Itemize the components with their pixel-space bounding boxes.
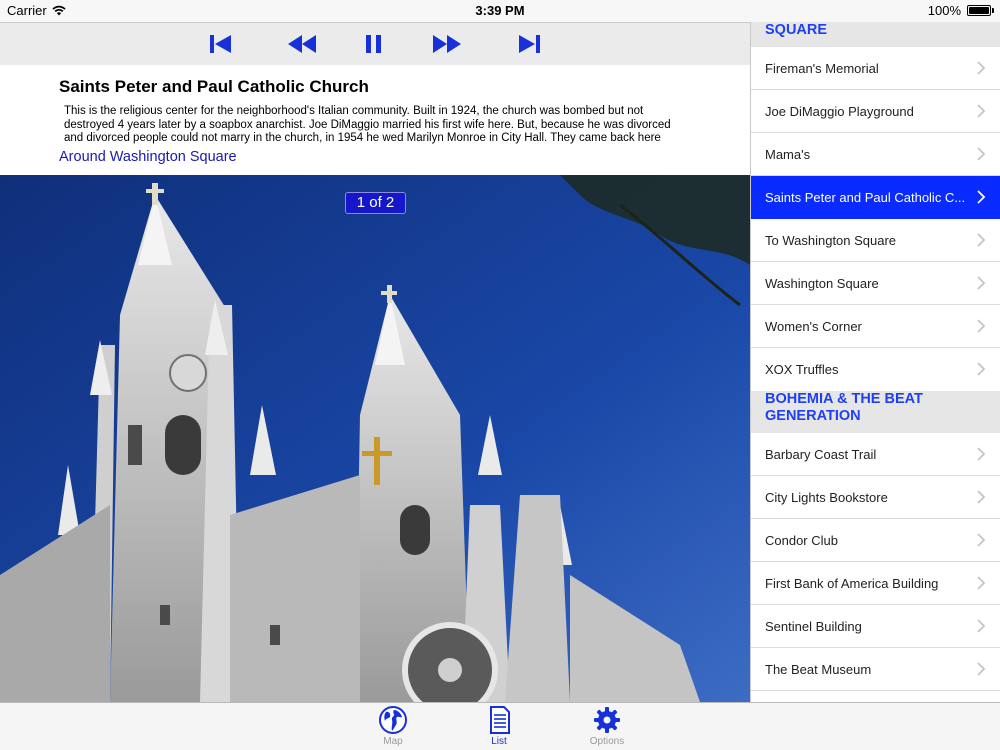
tab-options[interactable]: Options	[577, 705, 637, 749]
list-item-label: Barbary Coast Trail	[765, 447, 877, 462]
poi-description[interactable]: This is the religious center for the nei…	[64, 105, 690, 145]
list-item[interactable]: Fireman's Memorial	[751, 47, 1000, 90]
tab-label: List	[491, 736, 507, 747]
list-item[interactable]: XOX Truffles	[751, 348, 1000, 391]
rewind-button[interactable]	[287, 33, 317, 55]
tab-bar: Map List Options	[0, 702, 1000, 750]
list-item[interactable]: Women's Corner	[751, 305, 1000, 348]
list-item-label: Mama's	[765, 147, 811, 162]
tab-map[interactable]: Map	[363, 705, 423, 749]
list-item-label: City Lights Bookstore	[765, 490, 888, 505]
battery-indicator: 100%	[928, 3, 994, 18]
section-header-label: SQUARE	[765, 22, 828, 38]
poi-detail: Saints Peter and Paul Catholic Church Th…	[0, 65, 750, 175]
globe-icon	[379, 706, 407, 734]
pause-icon	[366, 35, 381, 53]
skip-back-icon	[210, 35, 231, 53]
list-item-label: XOX Truffles	[765, 362, 839, 377]
chevron-right-icon	[977, 662, 986, 676]
tour-link[interactable]: Around Washington Square	[59, 149, 237, 165]
list-item[interactable]: City Lights Bookstore	[751, 476, 1000, 519]
chevron-right-icon	[977, 533, 986, 547]
section-header-square: SQUARE	[751, 22, 1000, 47]
skip-forward-icon	[519, 35, 540, 53]
list-item-label: To Washington Square	[765, 233, 897, 248]
skip-forward-button[interactable]	[516, 33, 542, 55]
chevron-right-icon	[977, 362, 986, 376]
section-header-bohemia: BOHEMIA & THE BEAT GENERATION	[751, 391, 1000, 433]
poi-title: Saints Peter and Paul Catholic Church	[59, 77, 369, 96]
fast-forward-button[interactable]	[432, 33, 462, 55]
detail-pane: Saints Peter and Paul Catholic Church Th…	[0, 22, 750, 702]
clock: 3:39 PM	[475, 3, 525, 18]
tab-label: Options	[589, 736, 625, 747]
skip-back-button[interactable]	[208, 33, 234, 55]
audio-player-controls	[0, 22, 750, 65]
chevron-right-icon	[977, 190, 986, 204]
list-item-selected[interactable]: Saints Peter and Paul Catholic C...	[751, 176, 1000, 219]
list-item-label: Fireman's Memorial	[765, 61, 879, 76]
chevron-right-icon	[977, 276, 986, 290]
chevron-right-icon	[977, 147, 986, 161]
chevron-right-icon	[977, 576, 986, 590]
tab-label: Map	[383, 736, 403, 747]
tab-list[interactable]: List	[469, 705, 529, 749]
list-item[interactable]: Joe DiMaggio Playground	[751, 90, 1000, 133]
list-item-label: First Bank of America Building	[765, 576, 939, 591]
document-list-icon	[490, 706, 510, 734]
poi-photo[interactable]: 1 of 2	[0, 175, 750, 702]
section-header-label: GENERATION	[765, 408, 861, 424]
chevron-right-icon	[977, 104, 986, 118]
battery-icon	[967, 5, 991, 16]
list-item[interactable]: The Beat Museum	[751, 648, 1000, 691]
chevron-right-icon	[977, 490, 986, 504]
battery-percent: 100%	[927, 3, 961, 18]
status-bar: Carrier 3:39 PM 100%	[0, 0, 1000, 22]
list-item-label: Sentinel Building	[765, 619, 862, 634]
rewind-icon	[288, 35, 316, 53]
list-item[interactable]: Condor Club	[751, 519, 1000, 562]
list-item-label: Saints Peter and Paul Catholic C...	[765, 190, 966, 205]
gear-icon	[594, 707, 620, 733]
list-item-label: Washington Square	[765, 276, 879, 291]
photo-page-indicator: 1 of 2	[345, 192, 406, 214]
list-item[interactable]: To Washington Square	[751, 219, 1000, 262]
chevron-right-icon	[977, 233, 986, 247]
list-item[interactable]: Mama's	[751, 133, 1000, 176]
fast-forward-icon	[433, 35, 461, 53]
list-item-label: The Beat Museum	[765, 662, 872, 677]
chevron-right-icon	[977, 319, 986, 333]
section-header-label: BOHEMIA & THE BEAT	[765, 391, 923, 407]
chevron-right-icon	[977, 61, 986, 75]
list-item[interactable]: Barbary Coast Trail	[751, 433, 1000, 476]
list-item[interactable]: Washington Square	[751, 262, 1000, 305]
list-item[interactable]: Sentinel Building	[751, 605, 1000, 648]
list-item-label: Condor Club	[765, 533, 838, 548]
chevron-right-icon	[977, 447, 986, 461]
poi-list[interactable]: SQUARE Fireman's Memorial Joe DiMaggio P…	[750, 22, 1000, 702]
church-photo-illustration	[0, 175, 750, 702]
list-item-label: Joe DiMaggio Playground	[765, 104, 914, 119]
chevron-right-icon	[977, 619, 986, 633]
pause-button[interactable]	[363, 33, 385, 55]
list-item-label: Women's Corner	[765, 319, 862, 334]
list-item[interactable]: First Bank of America Building	[751, 562, 1000, 605]
